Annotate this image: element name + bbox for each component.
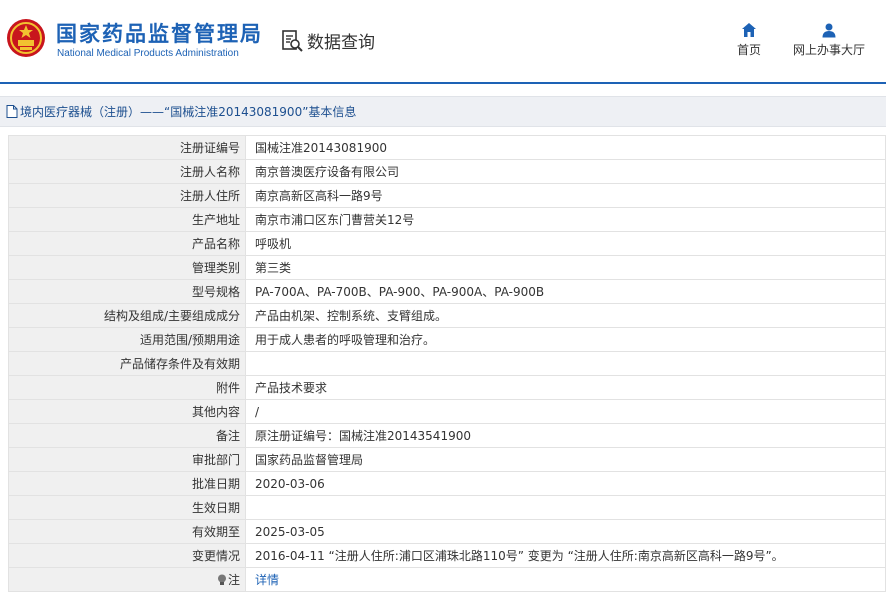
table-row: 审批部门 国家药品监督管理局 [8, 447, 886, 472]
field-label: 适用范围/预期用途 [8, 327, 246, 352]
field-label: 注册人住所 [8, 183, 246, 208]
field-label: 注册人名称 [8, 159, 246, 184]
nav-online-service-hall[interactable]: 网上办事大厅 [789, 22, 869, 58]
table-row: 附件 产品技术要求 [8, 375, 886, 400]
field-value: 南京高新区高科一路9号 [245, 183, 886, 208]
table-row: 产品名称 呼吸机 [8, 231, 886, 256]
table-row: 其他内容 / [8, 399, 886, 424]
header-divider [0, 82, 886, 84]
field-label: 变更情况 [8, 543, 246, 568]
field-value: / [245, 399, 886, 424]
field-value: 国械注准20143081900 [245, 135, 886, 160]
field-value: 南京普澳医疗设备有限公司 [245, 159, 886, 184]
note-label: 注 [227, 573, 240, 587]
field-value: 原注册证编号：国械注准20143541900 [245, 423, 886, 448]
data-query-label: 数据查询 [307, 33, 375, 53]
field-label: 附件 [8, 375, 246, 400]
table-row: 有效期至 2025-03-05 [8, 519, 886, 544]
field-value [245, 495, 886, 520]
field-label: 批准日期 [8, 471, 246, 496]
home-icon [742, 23, 756, 37]
nav-home-label: 首页 [736, 43, 761, 57]
field-label: 审批部门 [8, 447, 246, 472]
document-search-icon [282, 29, 303, 52]
table-row: 批准日期 2020-03-06 [8, 471, 886, 496]
detail-table: 注册证编号 国械注准20143081900 注册人名称 南京普澳医疗设备有限公司 注册人… [8, 135, 886, 592]
field-label: 产品名称 [8, 231, 246, 256]
note-value-cell: 详情 [245, 567, 886, 592]
field-value: 呼吸机 [245, 231, 886, 256]
table-row: 适用范围/预期用途 用于成人患者的呼吸管理和治疗。 [8, 327, 886, 352]
table-row-note: 注 详情 [8, 567, 886, 592]
field-label: 有效期至 [8, 519, 246, 544]
field-label: 备注 [8, 423, 246, 448]
national-emblem-icon [7, 19, 45, 57]
document-icon [6, 105, 18, 118]
table-row: 结构及组成/主要组成成分 产品由机架、控制系统、支臂组成。 [8, 303, 886, 328]
table-row: 注册证编号 国械注准20143081900 [8, 135, 886, 160]
field-value: PA-700A、PA-700B、PA-900、PA-900A、PA-900B [245, 279, 886, 304]
org-name-en: National Medical Products Administration [57, 48, 239, 59]
field-label: 其他内容 [8, 399, 246, 424]
table-row: 生效日期 [8, 495, 886, 520]
field-label: 产品储存条件及有效期 [8, 351, 246, 376]
field-label: 管理类别 [8, 255, 246, 280]
user-icon [822, 23, 836, 38]
site-header: 国家药品监督管理局 National Medical Products Admi… [0, 0, 886, 82]
field-value: 产品由机架、控制系统、支臂组成。 [245, 303, 886, 328]
table-row: 型号规格 PA-700A、PA-700B、PA-900、PA-900A、PA-90… [8, 279, 886, 304]
table-row: 管理类别 第三类 [8, 255, 886, 280]
field-value: 用于成人患者的呼吸管理和治疗。 [245, 327, 886, 352]
breadcrumb-text: 境内医疗器械（注册）——“国械注准20143081900”基本信息 [20, 105, 357, 119]
field-value: 2020-03-06 [245, 471, 886, 496]
data-query-title: 数据查询 [280, 28, 375, 53]
table-row: 注册人名称 南京普澳医疗设备有限公司 [8, 159, 886, 184]
nav-hall-label: 网上办事大厅 [792, 43, 865, 57]
table-row: 变更情况 2016-04-11 “注册人住所:浦口区浦珠北路110号” 变更为 “… [8, 543, 886, 568]
note-label-cell: 注 [8, 567, 246, 592]
lightbulb-icon [217, 574, 226, 585]
table-row: 生产地址 南京市浦口区东门曹营关12号 [8, 207, 886, 232]
table-row: 备注 原注册证编号：国械注准20143541900 [8, 423, 886, 448]
field-value: 第三类 [245, 255, 886, 280]
nav-home[interactable]: 首页 [733, 22, 765, 58]
table-row: 注册人住所 南京高新区高科一路9号 [8, 183, 886, 208]
field-label: 生产地址 [8, 207, 246, 232]
details-link[interactable]: 详情 [255, 573, 279, 587]
field-value: 2025-03-05 [245, 519, 886, 544]
table-row: 产品储存条件及有效期 [8, 351, 886, 376]
field-value [245, 351, 886, 376]
field-value: 产品技术要求 [245, 375, 886, 400]
field-label: 结构及组成/主要组成成分 [8, 303, 246, 328]
field-label: 型号规格 [8, 279, 246, 304]
field-label: 注册证编号 [8, 135, 246, 160]
field-value: 南京市浦口区东门曹营关12号 [245, 207, 886, 232]
field-value: 2016-04-11 “注册人住所:浦口区浦珠北路110号” 变更为 “注册人住… [245, 543, 886, 568]
field-value: 国家药品监督管理局 [245, 447, 886, 472]
field-label: 生效日期 [8, 495, 246, 520]
org-name-cn: 国家药品监督管理局 [56, 22, 263, 46]
breadcrumb: 境内医疗器械（注册）——“国械注准20143081900”基本信息 [0, 96, 886, 127]
